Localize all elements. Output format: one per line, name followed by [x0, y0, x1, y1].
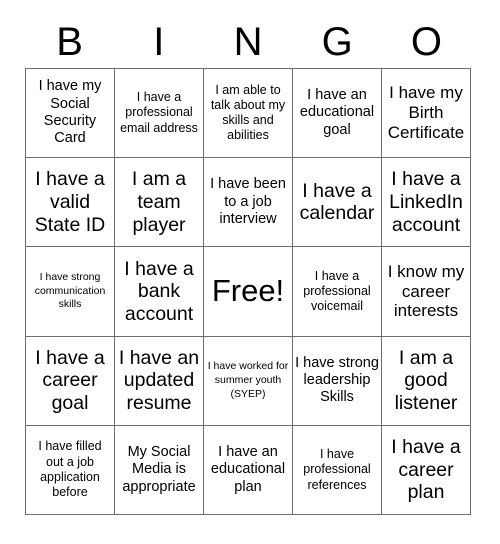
bingo-cell-label: I have professional references — [303, 447, 371, 492]
bingo-cell[interactable]: I am a good listener — [382, 336, 471, 426]
bingo-cell[interactable]: I have a calendar — [293, 158, 382, 248]
bingo-cell-label: I have strong leadership Skills — [295, 354, 379, 406]
bingo-cell-label: I have my Birth Certificate — [387, 83, 465, 143]
bingo-cell[interactable]: I have a professional email address — [115, 69, 204, 159]
bingo-cell-label: I have a professional email address — [120, 90, 198, 135]
bingo-cell-label: I have an educational goal — [299, 87, 375, 138]
header-letter-b: B — [56, 20, 83, 64]
header-letter-g: G — [321, 20, 353, 64]
bingo-cell[interactable]: I have my Birth Certificate — [382, 69, 471, 159]
bingo-cell-label: I have worked for summer youth (SYEP) — [207, 360, 289, 400]
bingo-cell[interactable]: I have a valid State ID — [26, 158, 115, 248]
bingo-cell-label: I have been to a job interview — [210, 176, 286, 227]
bingo-cell-label: I have an updated resume — [118, 346, 200, 414]
bingo-cell-label: I have a bank account — [124, 257, 194, 325]
bingo-cell[interactable]: I have strong leadership Skills — [293, 336, 382, 426]
bingo-cell[interactable]: I have a LinkedIn account — [382, 158, 471, 248]
bingo-cell[interactable]: I have an educational plan — [204, 425, 293, 515]
bingo-cell[interactable]: I have a bank account — [115, 247, 204, 337]
bingo-cell-label: I have a career plan — [391, 435, 461, 504]
bingo-cell[interactable]: I have professional references — [293, 425, 382, 515]
bingo-cell-label: I am a good listener — [394, 346, 458, 414]
bingo-card: B I N G O I have my Social Security Card… — [0, 0, 500, 544]
bingo-cell-label: I have filled out a job application befo… — [38, 439, 102, 500]
bingo-cell-label: I am able to talk about my skills and ab… — [210, 82, 286, 143]
bingo-cell[interactable]: I have an updated resume — [115, 336, 204, 426]
bingo-cell[interactable]: I have a career plan — [382, 425, 471, 515]
bingo-header: B I N G O — [25, 16, 471, 68]
bingo-cell[interactable]: I have a career goal — [26, 336, 115, 426]
bingo-cell-label: I have an educational plan — [210, 443, 286, 495]
bingo-cell-label: I know my career interests — [387, 261, 465, 321]
bingo-cell[interactable]: I am able to talk about my skills and ab… — [204, 69, 293, 159]
bingo-cell-label: I have a valid State ID — [34, 168, 106, 236]
bingo-cell-label: I have a calendar — [299, 179, 375, 225]
bingo-cell-label: I have a career goal — [35, 346, 105, 414]
bingo-cell[interactable]: I have been to a job interview — [204, 158, 293, 248]
bingo-cell[interactable]: I know my career interests — [382, 247, 471, 337]
bingo-cell-label: I have a professional voicemail — [303, 268, 371, 314]
bingo-grid: I have my Social Security Card I have a p… — [25, 68, 471, 515]
bingo-cell-label: I have strong communication skills — [34, 271, 106, 311]
bingo-cell-label: I am a team player — [131, 168, 187, 236]
bingo-cell[interactable]: I have filled out a job application befo… — [26, 425, 115, 515]
bingo-cell-free[interactable]: Free! — [204, 247, 293, 337]
bingo-cell[interactable]: I have an educational goal — [293, 69, 382, 159]
bingo-cell[interactable]: I have a professional voicemail — [293, 247, 382, 337]
bingo-cell[interactable]: I have strong communication skills — [26, 247, 115, 337]
bingo-cell[interactable]: I have worked for summer youth (SYEP) — [204, 336, 293, 426]
bingo-cell-label: Free! — [211, 273, 285, 309]
header-letter-o: O — [410, 20, 442, 64]
bingo-cell[interactable]: I am a team player — [115, 158, 204, 248]
bingo-cell-label: My Social Media is appropriate — [122, 443, 196, 495]
bingo-cell[interactable]: My Social Media is appropriate — [115, 425, 204, 515]
bingo-cell-label: I have a LinkedIn account — [389, 168, 463, 236]
header-letter-i: I — [153, 20, 165, 64]
bingo-cell[interactable]: I have my Social Security Card — [26, 69, 115, 159]
bingo-cell-label: I have my Social Security Card — [38, 78, 102, 147]
header-letter-n: N — [233, 20, 263, 64]
